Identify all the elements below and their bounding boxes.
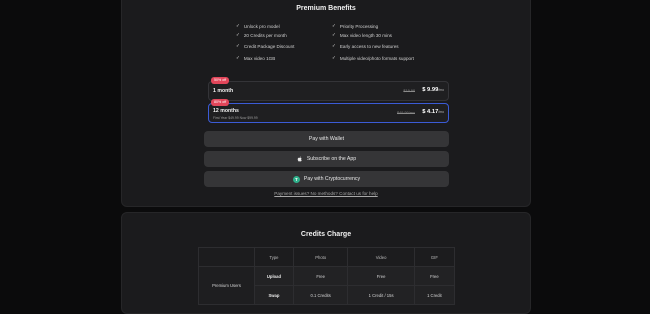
payment-help-link[interactable]: Payment issues? No methods? Contact us f… (122, 191, 530, 196)
table-cell: 1 Credit / 15s (347, 285, 415, 305)
table-cell: 1 Credit (413, 285, 456, 305)
subscribe-app-button[interactable]: Subscribe on the App (204, 151, 449, 167)
apple-icon (297, 156, 303, 162)
button-label: Pay with Wallet (308, 136, 345, 142)
table-row: Premium Users Upload Free Free Free (198, 266, 456, 305)
plan-price-value: $ 4.17 (422, 109, 439, 115)
table-cell: Free (292, 266, 349, 286)
plan-name: 1 month (213, 88, 234, 94)
benefit-label: Max video 1GB (243, 55, 276, 61)
table-cell: Upload (254, 266, 294, 286)
discount-badge: 50% off (211, 77, 230, 84)
benefit-label: Credit Package Discount (243, 43, 295, 49)
table-cell: 0.1 Credits (292, 285, 349, 305)
benefit-label: 20 Credits per month (243, 32, 287, 38)
discount-badge: 80% off (211, 99, 230, 106)
plan-price-value: $ 9.99 (422, 87, 439, 93)
plan-subtext: First Year $49.99 Now $99.99 (213, 116, 258, 120)
premium-card: Premium Benefits ✓ Unlock pro model ✓ 20… (121, 0, 531, 207)
check-icon: ✓ (236, 55, 240, 60)
column-header: Type (254, 247, 294, 267)
tether-icon: T (292, 175, 300, 183)
benefit-item: ✓ Multiple video/photo formats support (332, 55, 414, 61)
benefit-label: Early access to new features (339, 43, 399, 49)
credits-table: Type Photo Video GIF Premium Users Uploa… (198, 247, 456, 305)
benefit-item: ✓ Max video 1GB (236, 55, 275, 61)
check-icon: ✓ (332, 55, 336, 60)
check-icon: ✓ (236, 43, 240, 48)
plan-option-1-month[interactable]: 50% off 1 month $19.98 $ 9.99/mo (208, 77, 449, 101)
check-icon: ✓ (236, 32, 240, 37)
check-icon: ✓ (332, 23, 336, 28)
column-header (198, 247, 255, 267)
column-header: GIF (413, 247, 456, 267)
button-label: Subscribe on the App (306, 156, 357, 162)
credits-title: Credits Charge (300, 231, 352, 238)
benefit-item: ✓ Early access to new features (332, 43, 399, 49)
check-icon: ✓ (332, 32, 336, 37)
benefit-item: ✓ Priority Processing (332, 23, 378, 29)
benefit-label: Priority Processing (339, 23, 379, 29)
premium-title: Premium Benefits (296, 5, 356, 12)
plan-price: $ 9.99/mo (422, 87, 444, 93)
table-header-row: Type Photo Video GIF (198, 247, 456, 267)
plan-old-price: $19.98 (403, 89, 415, 93)
plan-old-price: $49.99/mo (397, 111, 415, 115)
pay-with-crypto-button[interactable]: T Pay with Cryptocurrency (204, 171, 449, 187)
column-header: Video (347, 247, 415, 267)
check-icon: ✓ (236, 23, 240, 28)
table-cell: Free (413, 266, 456, 286)
benefit-label: Multiple video/photo formats support (339, 55, 414, 61)
table-cell: Free (347, 266, 415, 286)
plan-price: $ 4.17/mo (422, 109, 444, 115)
benefit-item: ✓ 20 Credits per month (236, 32, 287, 38)
plan-name: 12 months (213, 108, 239, 114)
benefit-item: ✓ Unlock pro model (236, 23, 280, 29)
plan-price-unit: /mo (438, 88, 444, 92)
benefit-item: ✓ Credit Package Discount (236, 43, 294, 49)
plan-option-12-months[interactable]: 80% off 12 months First Year $49.99 Now … (208, 99, 449, 123)
column-header: Photo (292, 247, 349, 267)
benefit-label: Unlock pro model (243, 23, 280, 29)
plan-price-unit: /mo (438, 110, 444, 114)
benefit-label: Max video length 30 mins (339, 32, 392, 38)
check-icon: ✓ (332, 43, 336, 48)
table-cell: Swap (254, 285, 294, 305)
button-label: Pay with Cryptocurrency (303, 176, 361, 182)
pay-with-wallet-button[interactable]: Pay with Wallet (204, 131, 449, 147)
benefit-item: ✓ Max video length 30 mins (332, 32, 392, 38)
